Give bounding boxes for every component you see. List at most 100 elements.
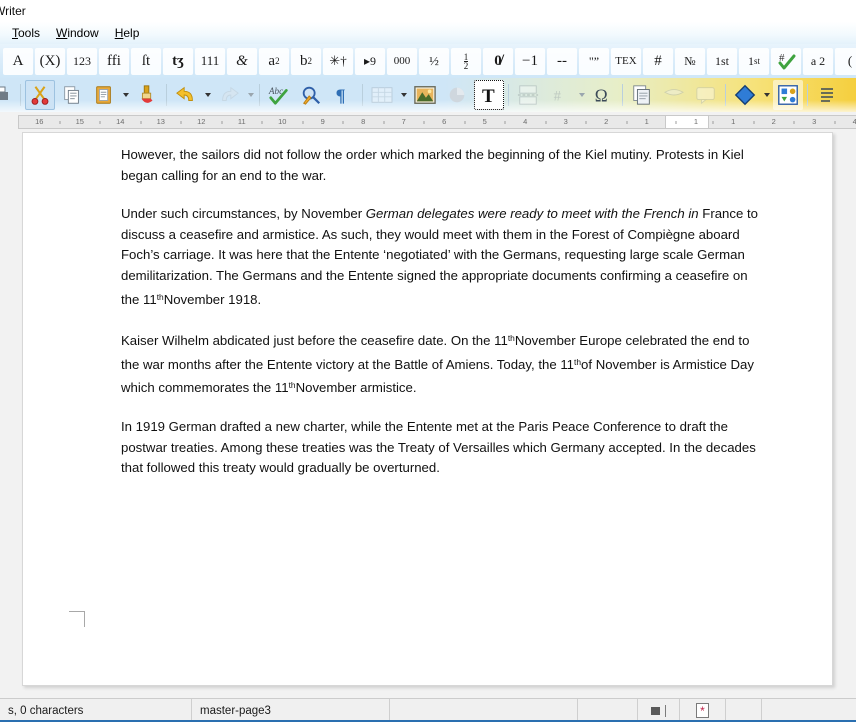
status-section-info[interactable] — [762, 699, 856, 722]
swash-button[interactable]: & — [227, 47, 257, 75]
insert-image-button[interactable] — [410, 80, 440, 110]
cut-button[interactable] — [25, 80, 55, 110]
print-preview-button[interactable] — [0, 80, 16, 110]
basic-shapes-dropdown[interactable] — [761, 81, 772, 109]
ruler-right-margin-zone[interactable]: 12345 — [708, 115, 856, 129]
insert-table-dropdown[interactable] — [398, 81, 409, 109]
status-unsaved-changes[interactable]: * — [680, 699, 726, 722]
find-replace-button[interactable] — [296, 80, 326, 110]
oldstyle-figures-button[interactable]: 123 — [67, 47, 97, 75]
stacked-fraction-button[interactable]: 12 — [451, 47, 481, 75]
quotation-marks-button[interactable]: "” — [579, 47, 609, 75]
ordinal-superscript-button[interactable]: 1st — [739, 47, 769, 75]
page-margin-corner-mark — [69, 611, 85, 627]
menu-bar: Tools Window Help — [0, 22, 856, 44]
ornaments-button[interactable]: ✳† — [323, 47, 353, 75]
autocorrect-sharp-button[interactable]: # — [771, 47, 801, 75]
insert-comment-button — [691, 80, 721, 110]
special-character-button[interactable]: Ω — [588, 80, 618, 110]
copy-button[interactable] — [57, 80, 87, 110]
ruler-tick-label: 11 — [237, 117, 246, 126]
gallery-grid-icon — [778, 85, 798, 105]
status-selection-mode[interactable] — [638, 699, 680, 722]
slashed-zero-button[interactable]: 0̸ — [483, 47, 513, 75]
copy-icon — [64, 86, 79, 104]
negative-figure-button[interactable]: −1 — [515, 47, 545, 75]
ligature-ffi-button[interactable]: ffi — [99, 47, 129, 75]
paste-button[interactable] — [89, 80, 119, 110]
chevrons-icon — [821, 88, 833, 102]
parenthesized-button[interactable]: (X) — [35, 47, 65, 75]
ruler-tick-label: 10 — [278, 117, 287, 126]
paragraph-kiel-mutiny[interactable]: However, the sailors did not follow the … — [121, 145, 761, 186]
horizontal-ruler[interactable]: 16151413121110987654321 1 12345 — [0, 112, 856, 132]
field-hash-icon: # — [554, 89, 562, 105]
paste-dropdown[interactable] — [120, 81, 131, 109]
clone-formatting-button[interactable] — [132, 80, 162, 110]
gallery-button[interactable] — [773, 80, 803, 110]
ruler-minor-tick — [834, 121, 835, 124]
status-word-count[interactable]: s, 0 characters — [0, 699, 192, 722]
proportional-figures-button[interactable]: ▸9 — [355, 47, 385, 75]
insert-footnote-button[interactable] — [627, 80, 657, 110]
numero-sign-button[interactable]: № — [675, 47, 705, 75]
paragraph-kaiser-abdication[interactable]: Kaiser Wilhelm abdicated just before the… — [121, 328, 761, 399]
dash-button[interactable]: -- — [547, 47, 577, 75]
historical-forms-button[interactable]: tʒ — [163, 47, 193, 75]
ruler-left-margin-zone[interactable]: 16 15 14 13 12 11 10 9 8 7 6 5 4 3 2 1 — [18, 115, 668, 129]
status-language[interactable] — [390, 699, 578, 722]
ruler-minor-tick — [342, 121, 344, 124]
formatting-marks-button[interactable]: ¶ — [328, 80, 358, 110]
undo-button[interactable] — [171, 80, 201, 110]
superscript-glyph-button[interactable]: a2 — [259, 47, 289, 75]
insert-text-box-button[interactable]: T — [474, 80, 504, 110]
svg-text:¶: ¶ — [336, 85, 346, 105]
lining-figures-button[interactable]: 111 — [195, 47, 225, 75]
ruler-text-zone[interactable]: 1 — [666, 115, 708, 129]
paragraph-versailles[interactable]: In 1919 German drafted a new charter, wh… — [121, 417, 761, 479]
omega-icon: Ω — [595, 85, 608, 105]
status-digital-signature[interactable] — [726, 699, 762, 722]
paragraph-armistice-negotiation[interactable]: Under such circumstances, by November Ge… — [121, 204, 761, 310]
circled-button[interactable]: ( — [835, 47, 856, 75]
capitals-button[interactable]: A — [3, 47, 33, 75]
svg-text:T: T — [482, 86, 495, 105]
ruler-track[interactable]: 16151413121110987654321 1 12345 — [18, 115, 856, 129]
toolbar-overflow-button[interactable] — [812, 80, 842, 110]
number-sign-button[interactable]: # — [643, 47, 673, 75]
insert-chart-button[interactable] — [442, 80, 472, 110]
run-text: November 1918. — [163, 291, 262, 307]
tex-button[interactable]: TEX — [611, 47, 641, 75]
text-body[interactable]: However, the sailors did not follow the … — [121, 145, 761, 497]
menu-tools[interactable]: Tools — [4, 24, 48, 42]
ruler-tick-label: 14 — [116, 117, 125, 126]
status-page-style[interactable]: master-page3 — [192, 699, 390, 722]
ruler-tick-label: 1 — [731, 117, 736, 126]
status-insert-mode[interactable] — [578, 699, 638, 722]
run-superscript: th — [288, 380, 296, 391]
tabular-figures-button[interactable]: 000 — [387, 47, 417, 75]
menu-help[interactable]: Help — [107, 24, 148, 42]
paintbrush-icon — [141, 85, 153, 103]
spelling-button[interactable]: Abc — [264, 80, 294, 110]
undo-dropdown[interactable] — [202, 81, 213, 109]
title-bar: Writer — [0, 0, 856, 22]
ruler-tick-label: 6 — [442, 117, 447, 126]
ruler-tick-label: 3 — [812, 117, 817, 126]
spacing-button[interactable]: a 2 — [803, 47, 833, 75]
page-1[interactable]: However, the sailors did not follow the … — [22, 132, 833, 686]
subscript-glyph-button[interactable]: b2 — [291, 47, 321, 75]
undo-arrow-icon — [176, 86, 193, 101]
discretionary-ligature-button[interactable]: ſt — [131, 47, 161, 75]
ruler-tick-label: 13 — [156, 117, 165, 126]
ruler-tick-label: 8 — [361, 117, 366, 126]
menu-window[interactable]: Window — [48, 24, 107, 42]
insert-table-button[interactable] — [367, 80, 397, 110]
ruler-tick-label: 2 — [604, 117, 609, 126]
basic-shapes-button[interactable] — [730, 80, 760, 110]
fractions-button[interactable]: ½ — [419, 47, 449, 75]
document-canvas[interactable]: However, the sailors did not follow the … — [0, 132, 856, 698]
ruler-tick-label: 9 — [320, 117, 325, 126]
toolbar-separator — [807, 84, 808, 106]
ordinal-plain-button[interactable]: 1st — [707, 47, 737, 75]
